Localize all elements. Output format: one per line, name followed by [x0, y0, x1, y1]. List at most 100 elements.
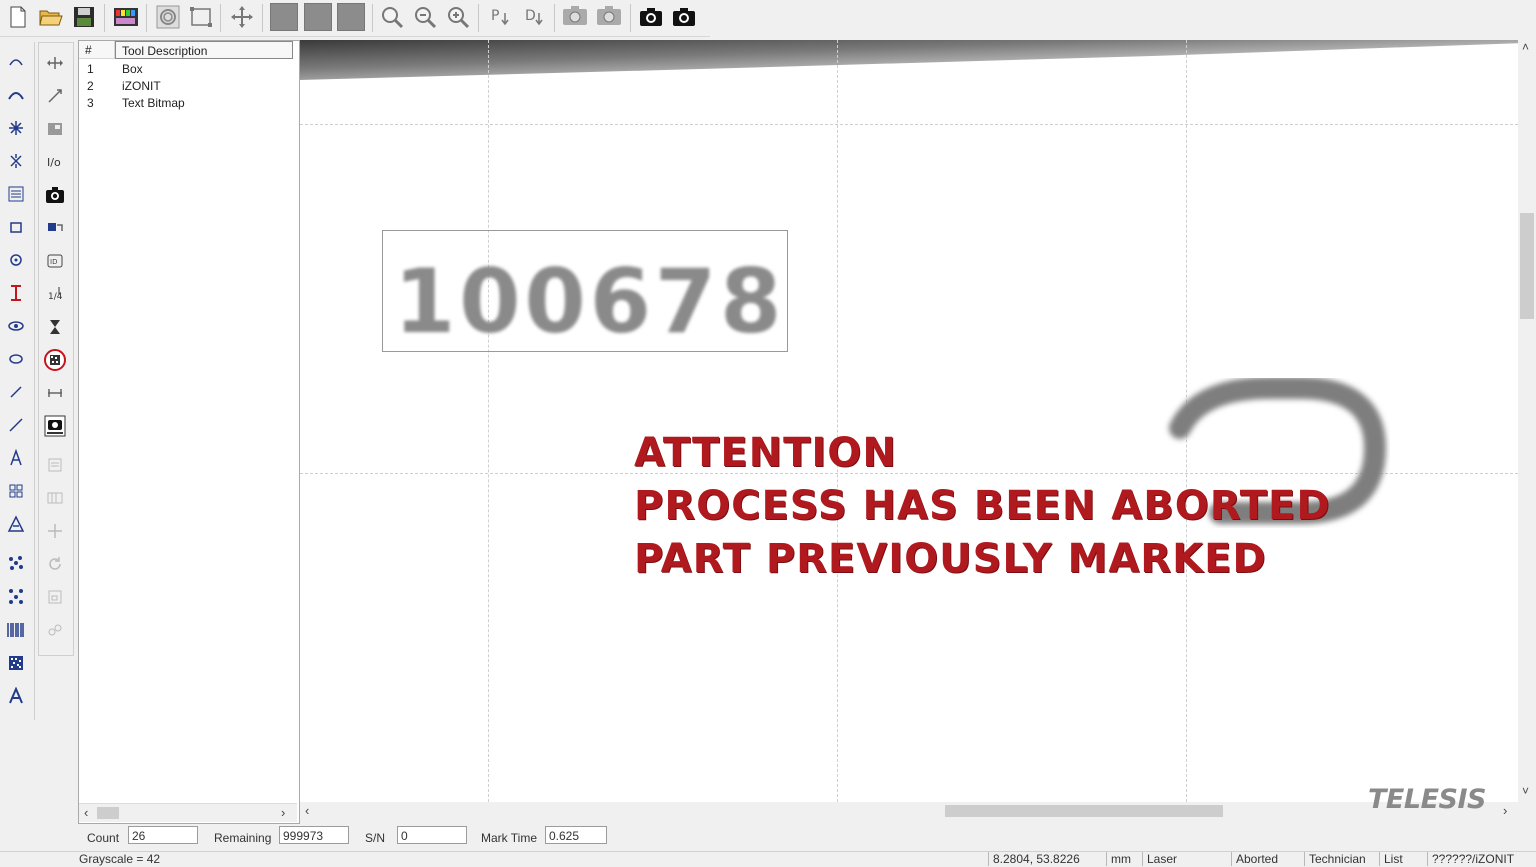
mark-time-field[interactable]: 0.625: [545, 826, 607, 844]
image-block-icon[interactable]: [41, 115, 69, 143]
scatter-icon[interactable]: [2, 147, 30, 175]
transfer-icon[interactable]: [41, 214, 69, 242]
text-a-icon[interactable]: [2, 444, 30, 472]
column-header-description[interactable]: Tool Description: [115, 41, 293, 59]
color-palette-icon[interactable]: [112, 3, 140, 31]
scroll-left-icon[interactable]: ‹: [84, 805, 88, 820]
d-down-icon[interactable]: D: [520, 3, 548, 31]
gray-square-1-icon[interactable]: [270, 3, 298, 31]
gray-square-2-icon[interactable]: [304, 3, 332, 31]
camera-icon[interactable]: [637, 3, 665, 31]
ellipse-icon[interactable]: [2, 345, 30, 373]
ratio-icon[interactable]: 1/4: [41, 280, 69, 308]
hourglass-icon[interactable]: [41, 313, 69, 341]
grid-line: [488, 40, 489, 802]
scroll-thumb[interactable]: [97, 807, 119, 819]
text-cursor-icon[interactable]: [2, 279, 30, 307]
p-down-icon[interactable]: P: [486, 3, 514, 31]
scroll-left-icon[interactable]: ‹: [305, 803, 309, 818]
remaining-field[interactable]: 999973: [279, 826, 349, 844]
abort-message: PROCESS HAS BEEN ABORTED: [634, 483, 1331, 529]
tool-row[interactable]: 1 Box: [79, 61, 297, 78]
pattern-status: ??????/iZONIT: [1427, 852, 1514, 866]
svg-text:1/4: 1/4: [48, 292, 63, 302]
outline-a-icon[interactable]: [2, 510, 30, 538]
table-disabled-icon[interactable]: [41, 484, 69, 512]
zoom-out-icon[interactable]: [444, 3, 472, 31]
measure-icon[interactable]: [41, 379, 69, 407]
tool-row-number: 3: [87, 96, 94, 110]
zoom-fit-icon[interactable]: [411, 3, 439, 31]
count-field[interactable]: 26: [128, 826, 198, 844]
open-folder-icon[interactable]: [37, 3, 65, 31]
tool-row-number: 2: [87, 79, 94, 93]
rotate-disabled-icon[interactable]: [41, 550, 69, 578]
resize-horizontal-icon[interactable]: [41, 49, 69, 77]
frame-disabled-icon[interactable]: [41, 583, 69, 611]
barcode-icon[interactable]: [2, 616, 30, 644]
tool-row[interactable]: 2 iZONIT: [79, 78, 297, 95]
circle-target-icon[interactable]: [2, 246, 30, 274]
part-edge-image: [300, 40, 1518, 80]
camera-settings-icon[interactable]: [561, 3, 589, 31]
tool-list-scrollbar[interactable]: ‹ ›: [79, 803, 297, 822]
monitor-camera-icon[interactable]: [41, 412, 69, 440]
coordinates-status: 8.2804, 53.8226: [988, 852, 1080, 866]
datamatrix-icon[interactable]: [2, 649, 30, 677]
link-disabled-icon[interactable]: [41, 616, 69, 644]
ocr-icon[interactable]: ID: [41, 247, 69, 275]
canvas-vertical-scrollbar[interactable]: ˄ ˅: [1518, 40, 1536, 802]
gray-square-3-icon[interactable]: [337, 3, 365, 31]
scroll-up-icon[interactable]: ˄: [1522, 40, 1529, 54]
font-a-icon[interactable]: [2, 682, 30, 710]
tool-row[interactable]: 3 Text Bitmap: [79, 95, 297, 112]
arc-icon[interactable]: [2, 48, 30, 76]
input-output-icon[interactable]: I/o: [41, 148, 69, 176]
scroll-right-icon[interactable]: ›: [281, 805, 285, 820]
text-grid-icon[interactable]: [2, 477, 30, 505]
units-status: mm: [1106, 852, 1131, 866]
grid-text-icon[interactable]: [2, 180, 30, 208]
move-disabled-icon[interactable]: [41, 517, 69, 545]
pointer-diagonal-icon[interactable]: [41, 82, 69, 110]
scroll-thumb[interactable]: [1520, 213, 1534, 319]
edit-tools-palette: I/o ID 1/4: [38, 42, 74, 656]
canvas-horizontal-scrollbar[interactable]: ‹ ›: [300, 802, 1518, 820]
no-code-icon[interactable]: [41, 346, 69, 374]
curve-icon[interactable]: [2, 81, 30, 109]
ring-icon[interactable]: [154, 3, 182, 31]
device-status: Laser: [1142, 852, 1177, 866]
mark-time-label: Mark Time: [481, 831, 538, 845]
serial-number-label: S/N: [365, 831, 386, 845]
main-toolbar: P D: [0, 0, 710, 37]
scatter-3-icon[interactable]: [2, 582, 30, 610]
camera-2-icon[interactable]: [670, 3, 698, 31]
diagonal-line-icon[interactable]: [2, 411, 30, 439]
svg-text:ID: ID: [50, 258, 57, 266]
scroll-right-icon[interactable]: ›: [1503, 803, 1507, 818]
scatter-2-icon[interactable]: [2, 549, 30, 577]
telesis-logo: TELESIS: [1368, 784, 1486, 815]
serial-number-field[interactable]: 0: [397, 826, 467, 844]
new-file-icon[interactable]: [4, 3, 32, 31]
zoom-in-icon[interactable]: [378, 3, 406, 31]
marking-canvas[interactable]: 100678: [300, 40, 1518, 802]
select-rect-icon[interactable]: [187, 3, 215, 31]
move-icon[interactable]: [228, 3, 256, 31]
save-icon[interactable]: [70, 3, 98, 31]
line-icon[interactable]: [2, 378, 30, 406]
scroll-thumb[interactable]: [945, 805, 1223, 817]
svg-text:D: D: [525, 8, 536, 24]
count-label: Count: [87, 831, 120, 845]
previously-marked-message: PART PREVIOUSLY MARKED: [634, 536, 1267, 582]
camera-capture-icon[interactable]: [41, 181, 69, 209]
column-header-number[interactable]: #: [79, 41, 115, 59]
tool-row-description: iZONIT: [122, 79, 161, 93]
scroll-down-icon[interactable]: ˅: [1522, 784, 1529, 798]
eye-icon[interactable]: [2, 312, 30, 340]
attention-heading: ATTENTION: [634, 430, 897, 476]
doc-disabled-icon[interactable]: [41, 451, 69, 479]
star-burst-icon[interactable]: [2, 114, 30, 142]
rectangle-icon[interactable]: [2, 213, 30, 241]
camera-settings-2-icon[interactable]: [595, 3, 623, 31]
